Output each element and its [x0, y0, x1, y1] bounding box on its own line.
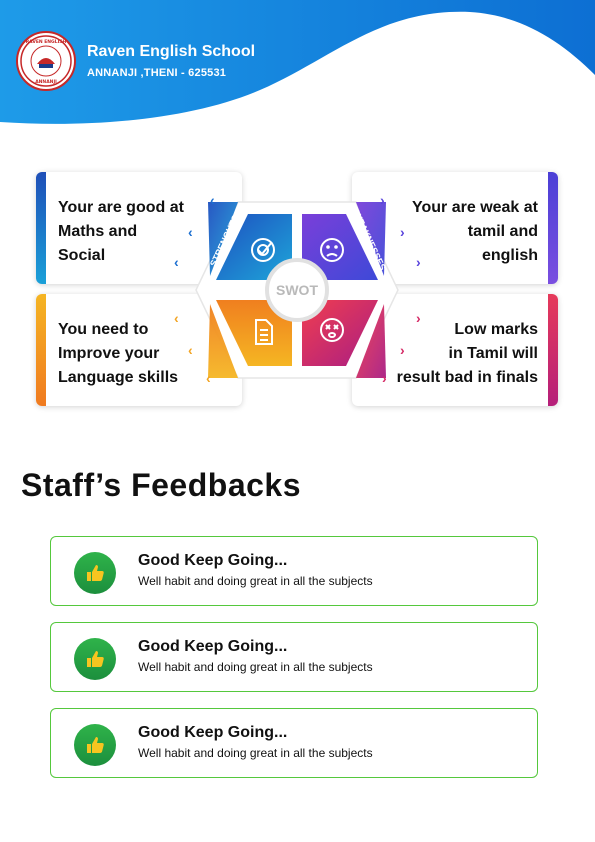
- thumbs-up-icon: [74, 638, 116, 680]
- swot-hexagon: SWOT STRENGHTS WEAKNESSES OPPORTUNITIES …: [195, 201, 399, 379]
- chevron-right-icon: ›: [400, 342, 405, 358]
- chevron-right-icon: ›: [400, 224, 405, 240]
- thumbs-up-icon: [74, 724, 116, 766]
- chevron-right-icon: ›: [416, 254, 421, 270]
- threats-edge: [548, 294, 558, 406]
- feedback-card: Good Keep Going... Well habit and doing …: [50, 622, 538, 692]
- feedback-card: Good Keep Going... Well habit and doing …: [50, 708, 538, 778]
- strengths-edge: [36, 172, 46, 284]
- opportunities-edge: [36, 294, 46, 406]
- svg-text:RAVEN ENGLISH: RAVEN ENGLISH: [26, 39, 67, 45]
- school-name: Raven English School: [87, 43, 256, 60]
- school-logo: RAVEN ENGLISH ANNANJI: [16, 31, 76, 91]
- weaknesses-edge: [548, 172, 558, 284]
- chevron-left-icon: ‹: [206, 370, 211, 386]
- swot-diagram: Your are good at Maths and Social Your a…: [36, 172, 558, 408]
- chevron-left-icon: ‹: [188, 224, 193, 240]
- feedback-text: Well habit and doing great in all the su…: [138, 746, 373, 760]
- feedback-heading: Good Keep Going...: [138, 724, 288, 741]
- school-address: ANNANJI ,THENI - 625531: [87, 67, 227, 79]
- chevron-right-icon: ›: [380, 192, 385, 208]
- feedback-title: Staff’s Feedbacks: [21, 467, 301, 503]
- chevron-right-icon: ›: [382, 370, 387, 386]
- feedback-card: Good Keep Going... Well habit and doing …: [50, 536, 538, 606]
- chevron-left-icon: ‹: [210, 192, 215, 208]
- chevron-left-icon: ‹: [174, 254, 179, 270]
- header-wave: [0, 0, 595, 124]
- feedback-heading: Good Keep Going...: [138, 552, 288, 569]
- feedback-heading: Good Keep Going...: [138, 638, 288, 655]
- chevron-right-icon: ›: [416, 310, 421, 326]
- feedback-text: Well habit and doing great in all the su…: [138, 660, 373, 674]
- swot-center-label: SWOT: [276, 282, 318, 298]
- chevron-left-icon: ‹: [188, 342, 193, 358]
- chevron-left-icon: ‹: [174, 310, 179, 326]
- feedback-text: Well habit and doing great in all the su…: [138, 574, 373, 588]
- svg-text:ANNANJI: ANNANJI: [35, 79, 57, 85]
- thumbs-up-icon: [74, 552, 116, 594]
